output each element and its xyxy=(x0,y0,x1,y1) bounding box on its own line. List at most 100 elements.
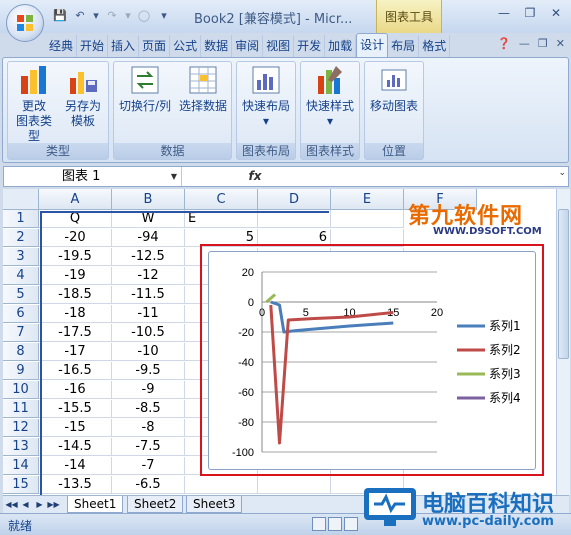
tab-12[interactable]: 格式 xyxy=(419,35,451,57)
cell-B6[interactable]: -11 xyxy=(112,305,185,323)
cell-A5[interactable]: -18.5 xyxy=(39,286,112,304)
cell-A4[interactable]: -19 xyxy=(39,267,112,285)
cell-A15[interactable]: -13.5 xyxy=(39,476,112,494)
tab-10[interactable]: 设计 xyxy=(356,33,389,57)
tab-7[interactable]: 视图 xyxy=(263,35,295,57)
cell-A6[interactable]: -18 xyxy=(39,305,112,323)
vertical-scrollbar[interactable] xyxy=(556,189,570,495)
page-break-view-icon[interactable] xyxy=(344,517,358,531)
cell-B12[interactable]: -8 xyxy=(112,419,185,437)
customize-qat-icon[interactable]: ▾ xyxy=(156,8,172,24)
tab-0[interactable]: 经典 xyxy=(46,35,78,57)
first-sheet-icon[interactable]: ◀◀ xyxy=(5,497,18,512)
vertical-scroll-thumb[interactable] xyxy=(558,209,569,359)
redo-dropdown-icon[interactable]: ▾ xyxy=(124,8,132,24)
cell-B3[interactable]: -12.5 xyxy=(112,248,185,266)
row-header[interactable]: 2 xyxy=(3,229,39,247)
tab-5[interactable]: 数据 xyxy=(201,35,233,57)
select-all-corner[interactable] xyxy=(3,189,39,210)
tab-11[interactable]: 布局 xyxy=(388,35,420,57)
column-header-A[interactable]: A xyxy=(39,189,112,210)
quick-layout-button[interactable]: 快速布局 ▾ xyxy=(239,64,293,129)
help-icon[interactable]: ❓ xyxy=(497,37,511,50)
row-header[interactable]: 5 xyxy=(3,286,39,304)
minimize-icon[interactable]: — xyxy=(494,5,514,21)
row-header[interactable]: 13 xyxy=(3,438,39,456)
sheet-tab-2[interactable]: Sheet2 xyxy=(127,496,184,513)
tab-3[interactable]: 页面 xyxy=(139,35,171,57)
tab-4[interactable]: 公式 xyxy=(170,35,202,57)
cell-B14[interactable]: -7 xyxy=(112,457,185,475)
prev-sheet-icon[interactable]: ◀ xyxy=(19,497,32,512)
cell-A11[interactable]: -15.5 xyxy=(39,400,112,418)
cell-B10[interactable]: -9 xyxy=(112,381,185,399)
cell-C1[interactable]: E xyxy=(185,210,258,228)
cell-B13[interactable]: -7.5 xyxy=(112,438,185,456)
next-sheet-icon[interactable]: ▶ xyxy=(33,497,46,512)
row-header[interactable]: 1 xyxy=(3,210,39,228)
cell-B2[interactable]: -94 xyxy=(112,229,185,247)
row-header[interactable]: 9 xyxy=(3,362,39,380)
cell-B5[interactable]: -11.5 xyxy=(112,286,185,304)
cell-A2[interactable]: -20 xyxy=(39,229,112,247)
cell-A7[interactable]: -17.5 xyxy=(39,324,112,342)
column-header-C[interactable]: C xyxy=(185,189,258,210)
undo-icon[interactable]: ↶ xyxy=(72,8,88,24)
save-icon[interactable]: 💾 xyxy=(52,8,68,24)
cell-A3[interactable]: -19.5 xyxy=(39,248,112,266)
cell-A10[interactable]: -16 xyxy=(39,381,112,399)
name-box-dropdown-icon[interactable]: ▼ xyxy=(171,167,177,186)
tab-9[interactable]: 加载 xyxy=(325,35,357,57)
column-header-D[interactable]: D xyxy=(258,189,331,210)
cell-A1[interactable]: Q xyxy=(39,210,112,228)
insert-function-icon[interactable]: fx xyxy=(240,167,270,186)
cell-A14[interactable]: -14 xyxy=(39,457,112,475)
row-header[interactable]: 7 xyxy=(3,324,39,342)
cell-A12[interactable]: -15 xyxy=(39,419,112,437)
row-header[interactable]: 8 xyxy=(3,343,39,361)
undo-dropdown-icon[interactable]: ▾ xyxy=(92,8,100,24)
restore-icon[interactable]: ❐ xyxy=(520,5,540,21)
tab-1[interactable]: 开始 xyxy=(77,35,109,57)
cell-A8[interactable]: -17 xyxy=(39,343,112,361)
cell-C15[interactable] xyxy=(185,476,258,494)
tab-8[interactable]: 开发 xyxy=(294,35,326,57)
row-header[interactable]: 3 xyxy=(3,248,39,266)
sheet-tab-3[interactable]: Sheet3 xyxy=(186,496,243,513)
normal-view-icon[interactable] xyxy=(312,517,326,531)
redo-icon[interactable]: ↷ xyxy=(104,8,120,24)
row-header[interactable]: 6 xyxy=(3,305,39,323)
column-header-E[interactable]: E xyxy=(331,189,404,210)
cell-B9[interactable]: -9.5 xyxy=(112,362,185,380)
change-chart-type-button[interactable]: 更改 图表类型 xyxy=(11,64,57,144)
name-box[interactable]: 图表 1 ▼ xyxy=(4,167,182,186)
row-header[interactable]: 14 xyxy=(3,457,39,475)
row-header[interactable]: 10 xyxy=(3,381,39,399)
cell-A13[interactable]: -14.5 xyxy=(39,438,112,456)
ribbon-restore-icon[interactable]: ❐ xyxy=(538,37,548,50)
quick-style-button[interactable]: 快速样式 ▾ xyxy=(303,64,357,129)
row-header[interactable]: 4 xyxy=(3,267,39,285)
tab-6[interactable]: 审阅 xyxy=(232,35,264,57)
switch-row-column-button[interactable]: 切换行/列 xyxy=(116,64,174,114)
cell-B11[interactable]: -8.5 xyxy=(112,400,185,418)
page-layout-view-icon[interactable] xyxy=(328,517,342,531)
cell-A9[interactable]: -16.5 xyxy=(39,362,112,380)
move-chart-button[interactable]: 移动图表 xyxy=(367,64,421,114)
ribbon-close-icon[interactable]: ✕ xyxy=(556,37,565,50)
select-data-button[interactable]: 选择数据 xyxy=(176,64,230,114)
column-header-B[interactable]: B xyxy=(112,189,185,210)
row-header[interactable]: 15 xyxy=(3,476,39,494)
row-header[interactable]: 11 xyxy=(3,400,39,418)
sheet-tab-1[interactable]: Sheet1 xyxy=(67,496,124,513)
cell-D15[interactable] xyxy=(258,476,331,494)
quick-action-icon[interactable]: ◯ xyxy=(136,8,152,24)
cell-B15[interactable]: -6.5 xyxy=(112,476,185,494)
cell-D1[interactable] xyxy=(258,210,331,228)
cell-E1[interactable] xyxy=(331,210,404,228)
tab-2[interactable]: 插入 xyxy=(108,35,140,57)
last-sheet-icon[interactable]: ▶▶ xyxy=(47,497,60,512)
office-button[interactable] xyxy=(6,4,44,42)
close-icon[interactable]: ✕ xyxy=(546,5,566,21)
chart-object[interactable]: 20 0 -20 -40 -60 -80 -100 0 5 10 15 20 系列1 系列2 系列3 系列4 xyxy=(208,251,536,470)
